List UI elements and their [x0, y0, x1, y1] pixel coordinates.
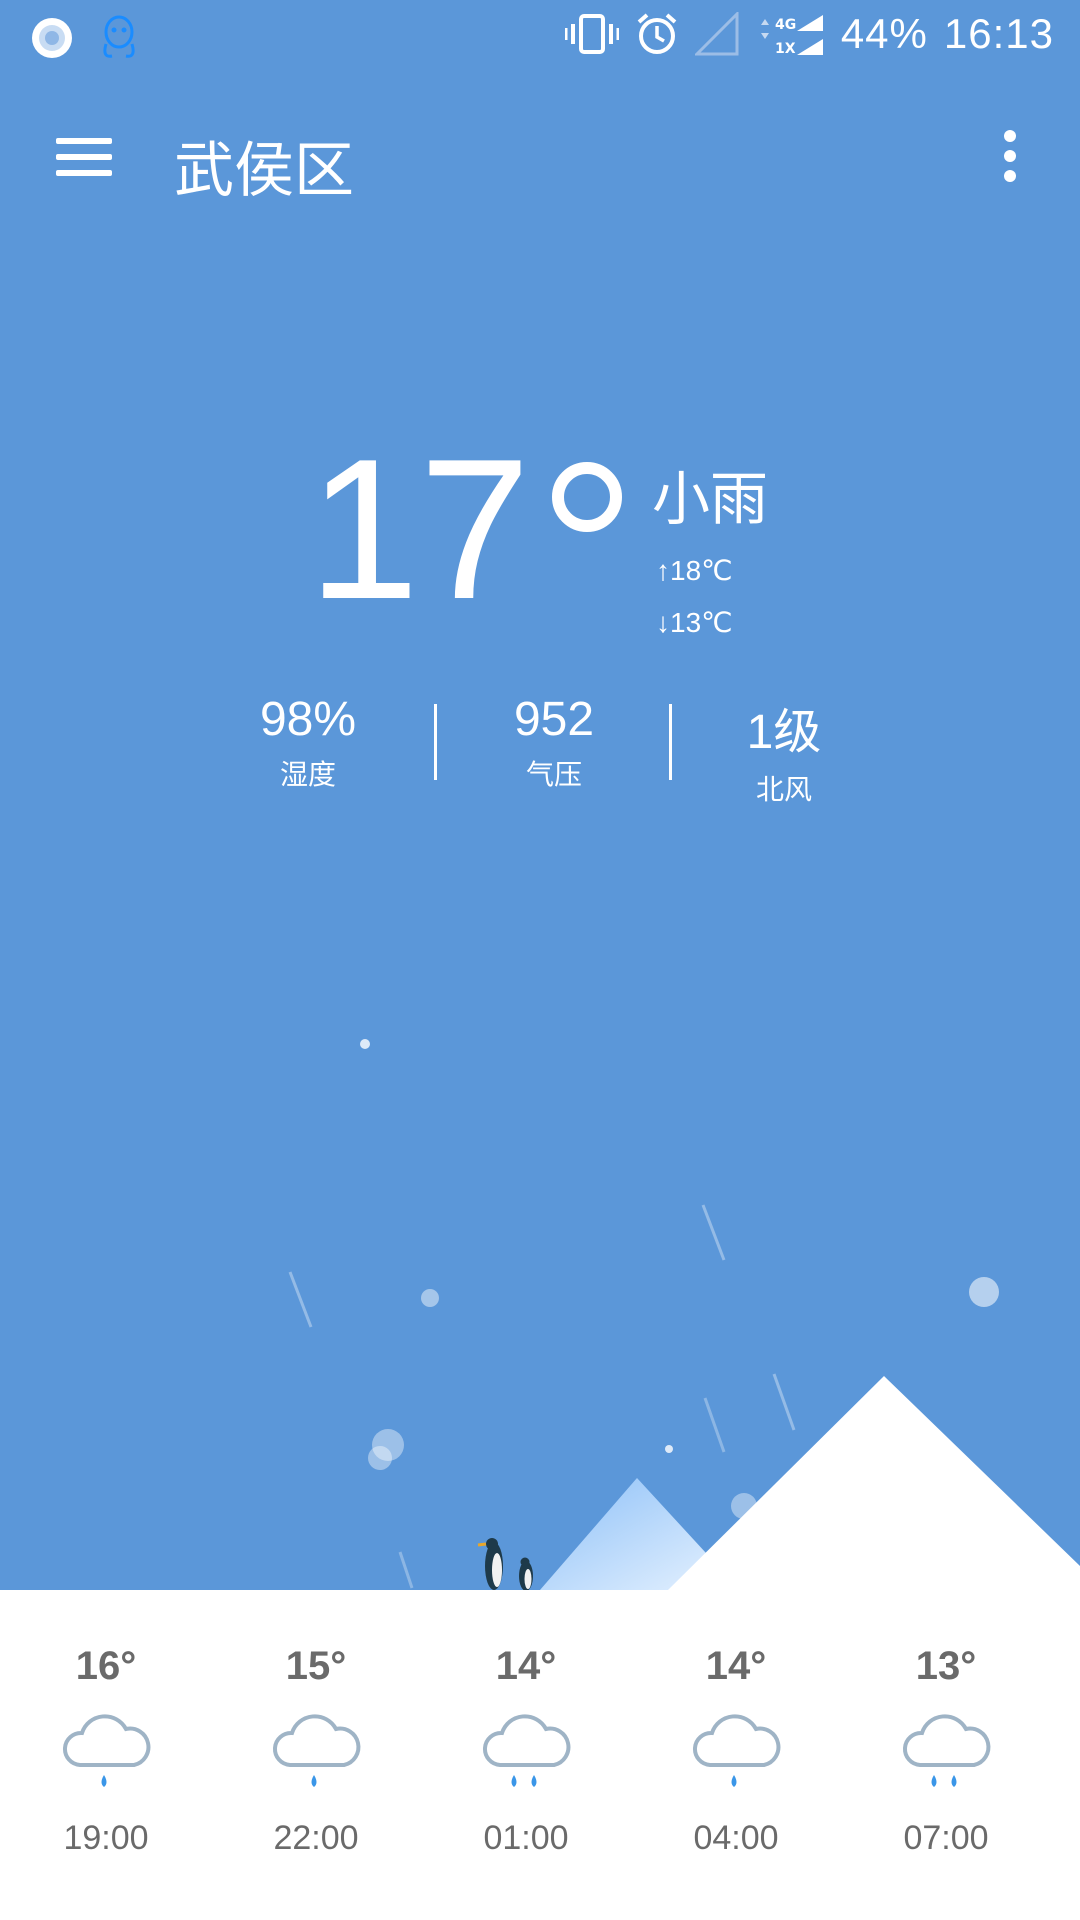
low-temperature: ↓13℃ — [656, 607, 733, 638]
wind-stat: 1级 北风 — [694, 692, 874, 808]
forecast-time: 19:00 — [63, 1819, 149, 1857]
forecast-time: 01:00 — [483, 1819, 569, 1857]
degree-symbol — [552, 462, 622, 532]
weather-condition: 小雨 — [652, 465, 769, 533]
more-options-button[interactable] — [1000, 130, 1020, 190]
humidity-label: 湿度 — [279, 758, 336, 791]
hourly-forecast: 16° 19:00 15° 22:00 14° 01:00 14° 04:00 … — [0, 1590, 1080, 1920]
status-bar: 4G 1X 44% 16:13 — [0, 0, 1080, 72]
forecast-time: 04:00 — [693, 1819, 779, 1857]
forecast-item[interactable]: 15° 22:00 — [236, 1590, 396, 1858]
forecast-time: 07:00 — [903, 1819, 989, 1857]
vibrate-icon — [564, 12, 619, 56]
svg-text:4G: 4G — [775, 17, 796, 33]
menu-button[interactable] — [56, 134, 112, 180]
penguin-icon — [519, 1557, 533, 1590]
light-rain-icon — [26, 1707, 186, 1797]
forecast-time: 22:00 — [273, 1819, 359, 1857]
mobile-data-signal-icon: 4G 1X — [755, 11, 825, 57]
weather-scene-illustration — [288, 1039, 1080, 1590]
high-temperature: ↑18℃ — [656, 555, 733, 586]
forecast-item[interactable]: 16° 19:00 — [26, 1590, 186, 1858]
forecast-temperature: 16° — [75, 1644, 137, 1688]
penguin-icon — [477, 1538, 503, 1590]
signal-empty-icon — [694, 12, 739, 56]
forecast-temperature: 15° — [285, 1644, 347, 1688]
alarm-icon — [635, 12, 679, 56]
light-rain-icon — [236, 1707, 396, 1797]
stat-divider — [669, 704, 672, 780]
moderate-rain-icon — [446, 1707, 606, 1797]
moderate-rain-icon — [866, 1707, 1026, 1797]
forecast-item[interactable]: 13° 07:00 — [866, 1590, 1026, 1858]
forecast-temperature: 13° — [915, 1644, 977, 1688]
battery-level: 44% — [840, 10, 928, 57]
light-rain-icon — [656, 1707, 816, 1797]
forecast-temperature: 14° — [495, 1644, 557, 1688]
humidity-stat: 98% 湿度 — [218, 692, 398, 793]
forecast-item[interactable]: 14° 01:00 — [446, 1590, 606, 1858]
qq-icon — [98, 14, 140, 62]
clock: 16:13 — [943, 10, 1054, 57]
svg-text:1X: 1X — [775, 41, 796, 57]
humidity-value: 98% — [259, 693, 357, 746]
pressure-stat: 952 气压 — [464, 692, 644, 793]
wind-value: 1级 — [746, 706, 822, 759]
app-bar: 武侯区 — [0, 100, 1080, 220]
forecast-temperature: 14° — [705, 1644, 767, 1688]
wind-label: 北风 — [755, 773, 812, 806]
stat-divider — [434, 704, 437, 780]
pressure-value: 952 — [513, 693, 595, 746]
pressure-label: 气压 — [525, 758, 582, 791]
forecast-item[interactable]: 14° 04:00 — [656, 1590, 816, 1858]
app-notification-icon — [30, 16, 74, 60]
city-title: 武侯区 — [174, 136, 354, 206]
current-temperature: 17 — [308, 418, 531, 641]
